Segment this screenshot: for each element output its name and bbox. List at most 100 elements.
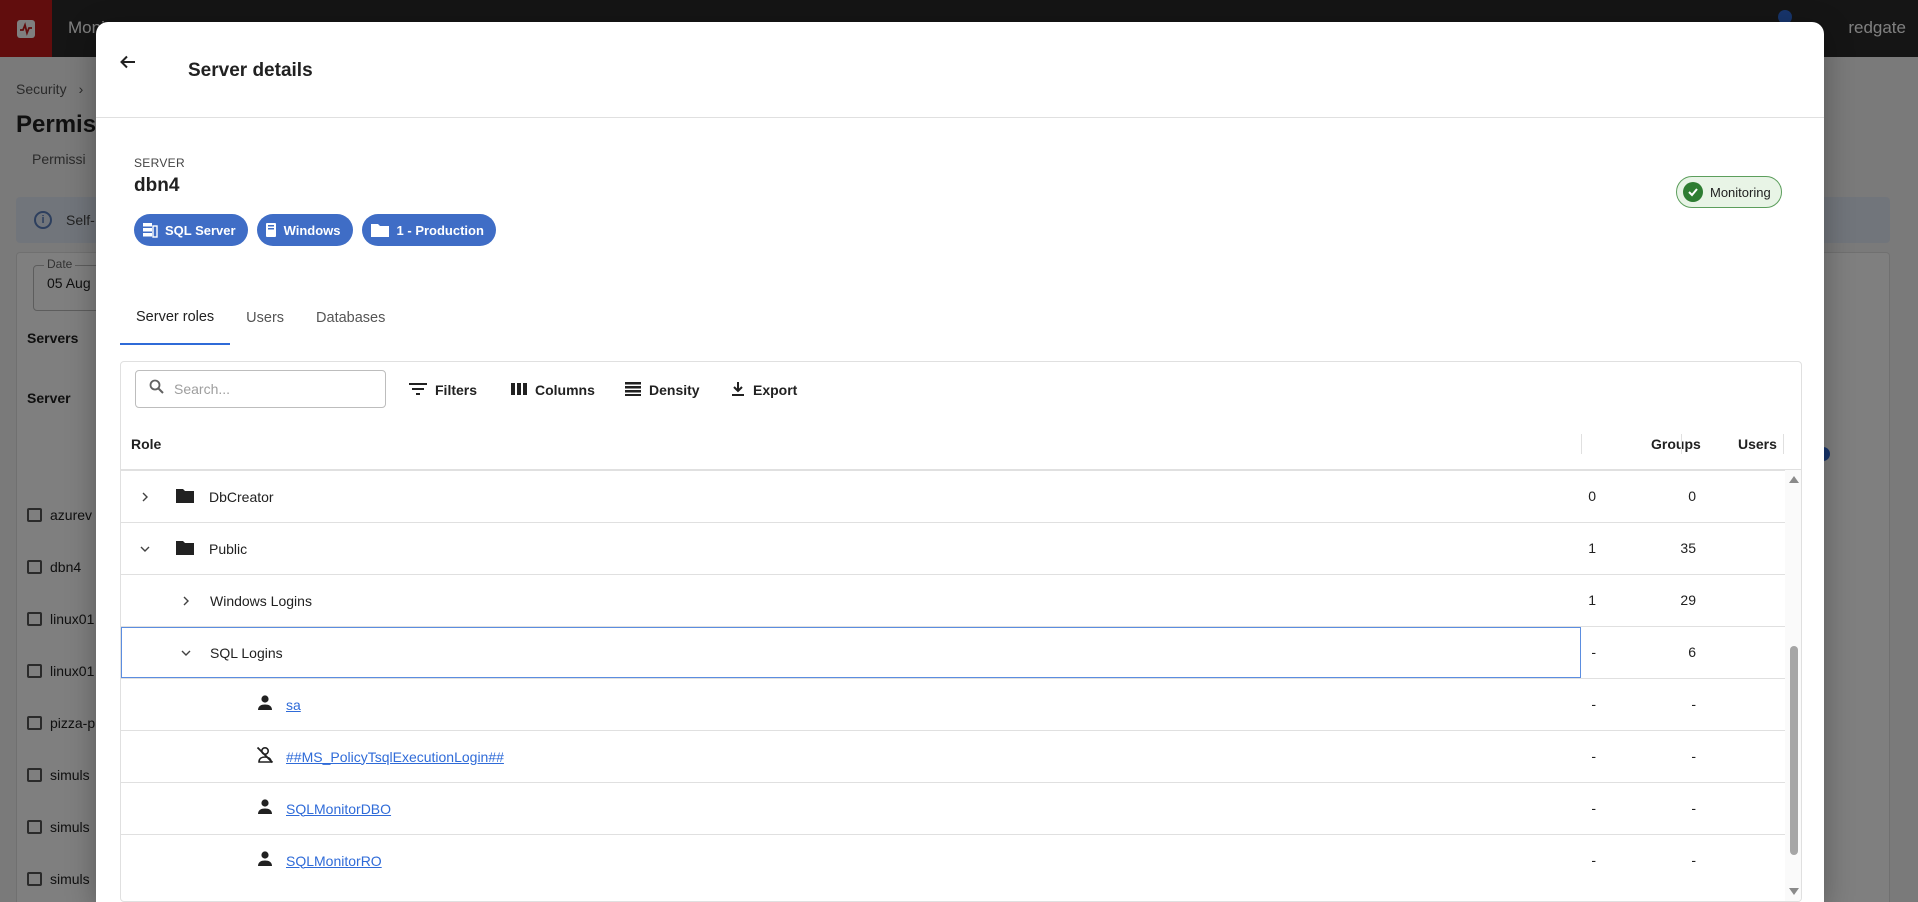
users-count: - [1691, 800, 1696, 816]
groups-count: 1 [1588, 592, 1596, 608]
export-button[interactable]: Export [731, 378, 797, 402]
download-icon [731, 381, 745, 400]
tab-databases[interactable]: Databases [300, 290, 401, 345]
search-icon [149, 379, 164, 399]
login-group-row[interactable]: Windows Logins 1 29 [121, 574, 1785, 626]
users-count: 6 [1688, 644, 1696, 660]
density-label: Density [649, 382, 700, 398]
search-box [135, 370, 386, 408]
chip-production-group: 1 - Production [361, 214, 496, 246]
login-row[interactable]: sa - - [121, 678, 1785, 730]
filters-button[interactable]: Filters [409, 378, 477, 402]
chevron-down-icon[interactable] [176, 643, 196, 663]
columns-icon [511, 382, 527, 399]
density-button[interactable]: Density [625, 378, 700, 402]
role-row[interactable]: Public 1 35 [121, 522, 1785, 574]
chip-label: Windows [283, 222, 341, 238]
dialog-title: Server details [188, 60, 313, 81]
role-cell: sa [256, 679, 301, 730]
groups-column-header[interactable]: Groups [1651, 436, 1701, 452]
role-row[interactable]: DbCreator 0 0 [121, 470, 1785, 522]
vertical-scrollbar[interactable] [1785, 470, 1801, 901]
folder-icon [175, 487, 195, 507]
server-roles-grid: Filters Columns Density Export [120, 361, 1802, 902]
search-input[interactable] [174, 381, 364, 397]
groups-count: - [1591, 748, 1596, 764]
groups-count: 1 [1588, 540, 1596, 556]
scroll-thumb[interactable] [1790, 646, 1798, 855]
grid-header-row: Role Groups Users [121, 418, 1801, 470]
folder-icon [175, 539, 195, 559]
login-link[interactable]: SQLMonitorDBO [286, 801, 391, 817]
role-cell: SQL Logins [176, 627, 283, 678]
back-button[interactable] [114, 50, 142, 78]
server-stack-icon [142, 222, 158, 238]
login-group-row[interactable]: SQL Logins - 6 [121, 626, 1785, 678]
tab-bar: Server roles Users Databases [120, 290, 401, 346]
login-row[interactable]: SQLMonitorRO - - [121, 834, 1785, 886]
filters-label: Filters [435, 382, 478, 398]
server-label: SERVER [134, 156, 185, 170]
server-name: dbn4 [134, 175, 180, 196]
role-label: SQL Logins [210, 644, 283, 661]
users-count: - [1691, 696, 1696, 712]
server-details-dialog: Server details SERVER dbn4 SQL Server Wi… [96, 22, 1824, 902]
columns-label: Columns [535, 382, 595, 398]
role-cell: ##MS_PolicyTsqlExecutionLogin## [256, 731, 504, 782]
groups-count: - [1591, 644, 1596, 660]
folder-icon [370, 222, 390, 238]
check-circle-icon [1683, 182, 1703, 202]
columns-button[interactable]: Columns [511, 378, 595, 402]
selection-outline [121, 627, 1581, 678]
scroll-down-arrow[interactable] [1789, 888, 1799, 895]
chip-sql-server: SQL Server [134, 214, 248, 246]
role-cell: SQLMonitorDBO [256, 783, 391, 834]
tab-users[interactable]: Users [230, 290, 300, 345]
users-column-header[interactable]: Users [1738, 436, 1777, 452]
role-cell: Public [135, 523, 247, 574]
login-link[interactable]: sa [286, 697, 301, 713]
scroll-up-arrow[interactable] [1789, 476, 1799, 483]
dialog-header: Server details [96, 22, 1824, 118]
chevron-down-icon[interactable] [135, 539, 155, 559]
users-count: 35 [1680, 540, 1696, 556]
column-separator[interactable] [1681, 434, 1682, 454]
users-count: - [1691, 852, 1696, 868]
login-link[interactable]: SQLMonitorRO [286, 853, 382, 869]
role-label: DbCreator [209, 488, 274, 505]
grid-toolbar: Filters Columns Density Export [121, 362, 1801, 418]
groups-count: - [1591, 852, 1596, 868]
chip-label: 1 - Production [396, 222, 484, 238]
chevron-right-icon[interactable] [176, 591, 196, 611]
users-count: - [1691, 748, 1696, 764]
groups-count: 0 [1588, 488, 1596, 504]
chip-windows: Windows [256, 214, 353, 246]
person-icon [256, 694, 274, 715]
groups-count: - [1591, 696, 1596, 712]
status-badge: Monitoring [1676, 176, 1782, 208]
server-tags: SQL Server Windows 1 - Production [134, 214, 496, 246]
login-row[interactable]: ##MS_PolicyTsqlExecutionLogin## - - [121, 730, 1785, 782]
person-icon [256, 850, 274, 871]
density-icon [625, 381, 641, 399]
person-icon [256, 798, 274, 819]
role-cell: SQLMonitorRO [256, 835, 382, 886]
column-separator[interactable] [1783, 434, 1784, 454]
users-count: 29 [1680, 592, 1696, 608]
filter-icon [409, 382, 427, 399]
role-column-header[interactable]: Role [131, 436, 161, 452]
role-cell: DbCreator [135, 471, 274, 522]
status-label: Monitoring [1710, 184, 1771, 200]
chevron-right-icon[interactable] [135, 487, 155, 507]
users-count: 0 [1688, 488, 1696, 504]
login-row[interactable]: SQLMonitorDBO - - [121, 782, 1785, 834]
tab-server-roles[interactable]: Server roles [120, 290, 231, 345]
role-cell: Windows Logins [176, 575, 312, 626]
login-link[interactable]: ##MS_PolicyTsqlExecutionLogin## [286, 749, 504, 765]
arrow-left-icon [119, 53, 137, 76]
column-separator[interactable] [1581, 434, 1582, 454]
role-label: Windows Logins [210, 592, 312, 609]
groups-count: - [1591, 800, 1596, 816]
chip-label: SQL Server [165, 222, 236, 238]
role-label: Public [209, 540, 248, 557]
